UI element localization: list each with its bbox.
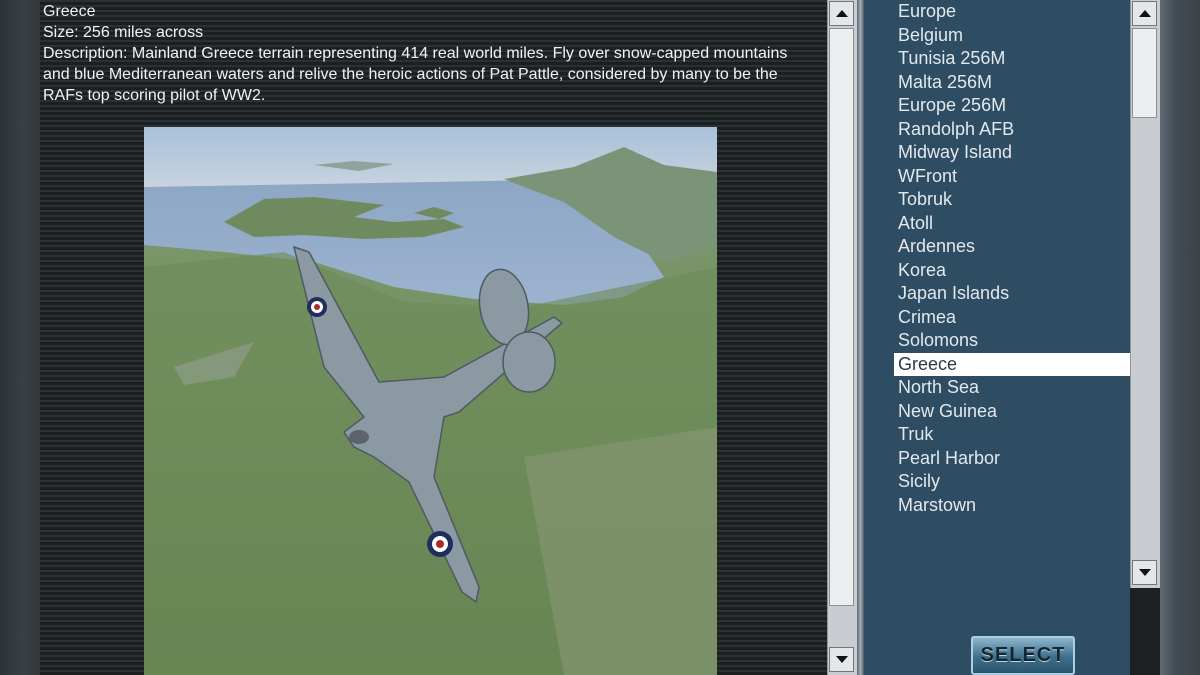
arrow-up-icon (1138, 10, 1151, 17)
terrain-list-item[interactable]: Ardennes (894, 235, 1130, 259)
list-scroll-up-button[interactable] (1132, 1, 1157, 26)
terrain-name: Greece (43, 3, 96, 20)
select-button[interactable]: SELECT (971, 636, 1075, 675)
terrain-preview-image (144, 127, 717, 675)
panel-divider (857, 0, 864, 675)
arrow-down-icon (835, 656, 848, 663)
scroll-down-button[interactable] (829, 647, 854, 672)
scroll-thumb[interactable] (829, 28, 854, 606)
terrain-list-item[interactable]: WFront (894, 165, 1130, 189)
scroll-up-button[interactable] (829, 1, 854, 26)
arrow-up-icon (835, 10, 848, 17)
terrain-list-item[interactable]: Truk (894, 423, 1130, 447)
terrain-list-item[interactable]: Tunisia 256M (894, 47, 1130, 71)
terrain-list-item[interactable]: Crimea (894, 306, 1130, 330)
terrain-list-item[interactable]: Marstown (894, 494, 1130, 518)
terrain-list-panel: Europe Belgium Tunisia 256M Malta 256M Europ… (864, 0, 1130, 675)
terrain-list-item[interactable]: Europe (894, 0, 1130, 24)
right-frame (1160, 0, 1200, 675)
terrain-list-item[interactable]: Solomons (894, 329, 1130, 353)
terrain-list-item[interactable]: New Guinea (894, 400, 1130, 424)
terrain-list-item[interactable]: Midway Island (894, 141, 1130, 165)
terrain-list-item[interactable]: North Sea (894, 376, 1130, 400)
terrain-list-item[interactable]: Pearl Harbor (894, 447, 1130, 471)
terrain-list-scrollbar[interactable] (1130, 0, 1161, 588)
description-scrollbar[interactable] (827, 0, 858, 675)
terrain-list-item[interactable]: Europe 256M (894, 94, 1130, 118)
terrain-list-item[interactable]: Atoll (894, 212, 1130, 236)
terrain-size: Size: 256 miles across (43, 24, 204, 41)
terrain-list-item[interactable]: Belgium (894, 24, 1130, 48)
terrain-list-item[interactable]: Japan Islands (894, 282, 1130, 306)
terrain-list[interactable]: Europe Belgium Tunisia 256M Malta 256M Europ… (894, 0, 1130, 517)
terrain-list-item[interactable]: Greece (894, 352, 1130, 376)
terrain-list-item[interactable]: Sicily (894, 470, 1130, 494)
list-scroll-down-button[interactable] (1132, 560, 1157, 585)
list-scroll-thumb[interactable] (1132, 28, 1157, 118)
arrow-down-icon (1138, 569, 1151, 576)
terrain-list-item[interactable]: Malta 256M (894, 71, 1130, 95)
terrain-list-item[interactable]: Tobruk (894, 188, 1130, 212)
terrain-description: Description: Mainland Greece terrain rep… (43, 45, 788, 104)
terrain-list-item[interactable]: Korea (894, 259, 1130, 283)
terrain-list-item[interactable]: Randolph AFB (894, 118, 1130, 142)
terrain-info-panel: Greece Size: 256 miles across Descriptio… (40, 0, 827, 675)
left-frame (0, 0, 40, 675)
